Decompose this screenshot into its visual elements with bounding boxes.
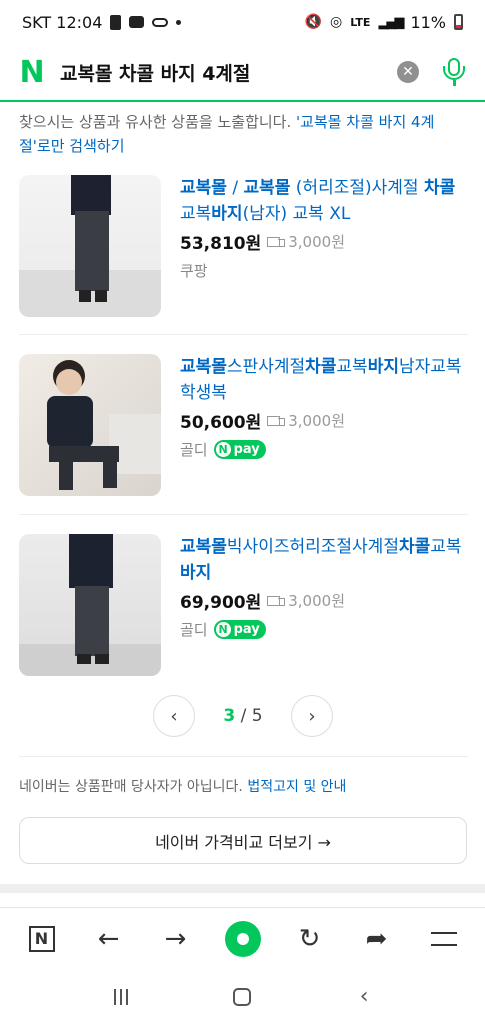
store-name[interactable]: 쿠팡 xyxy=(180,260,208,281)
chevron-right-icon: › xyxy=(308,705,316,727)
product-item[interactable]: 교복몰 / 교복몰 (허리조절)사계절 차콜 교복바지(남자) 교복 XL 53… xyxy=(19,174,468,335)
store-name[interactable]: 골디 xyxy=(180,439,208,460)
product-price: 69,900원 xyxy=(180,593,262,613)
delivery-truck-icon xyxy=(267,595,286,607)
delivery-truck-icon xyxy=(267,236,286,248)
notice-text: 찾으시는 상품과 유사한 상품을 노출합니다. xyxy=(19,113,297,131)
status-bar: SKT 12:04 🔇 ◎ LTE ▂▄▆ 11% xyxy=(0,0,485,44)
share-arrow-icon: ➦ xyxy=(365,923,388,954)
product-photo-placeholder xyxy=(47,360,161,490)
search-bar: N 교복몰 차콜 바지 4계절 ✕ xyxy=(0,44,485,102)
refresh-button[interactable]: ↻ xyxy=(290,919,330,959)
recent-apps-button[interactable] xyxy=(101,988,141,1005)
system-back-button[interactable]: ‹ xyxy=(344,984,384,1009)
alert-notification-icon xyxy=(110,14,122,30)
more-notifications-dot-icon xyxy=(176,19,182,25)
share-button[interactable]: ➦ xyxy=(357,919,397,959)
shipping-fee: 3,000원 xyxy=(288,412,345,430)
system-nav-bar: ‹ xyxy=(0,969,485,1024)
pagination: ‹ 3 / 5 › xyxy=(153,695,333,737)
prev-page-button[interactable]: ‹ xyxy=(153,695,195,737)
lte-signal-icon: LTE xyxy=(350,15,371,29)
chevron-left-icon: ‹ xyxy=(359,984,369,1009)
naver-n-box-icon: N xyxy=(28,925,55,952)
product-title-link[interactable]: 교복몰 / 교복몰 (허리조절)사계절 차콜 교복바지(남자) 교복 XL xyxy=(180,175,468,227)
shipping-fee: 3,000원 xyxy=(288,592,345,610)
battery-percent: 11% xyxy=(410,12,446,32)
product-price: 50,600원 xyxy=(180,413,262,433)
similar-products-notice: 찾으시는 상품과 유사한 상품을 노출합니다. '교복몰 차콜 바지 4계절'로… xyxy=(19,110,459,158)
product-title-link[interactable]: 교복몰스판사계절차콜교복바지남자교복학생복 xyxy=(180,354,468,406)
battery-icon xyxy=(454,14,463,30)
home-button[interactable] xyxy=(222,987,262,1006)
product-image[interactable] xyxy=(19,534,161,676)
green-dot-button[interactable] xyxy=(223,919,263,959)
current-page: 3 xyxy=(223,706,236,726)
hamburger-icon xyxy=(430,931,457,946)
voice-search-button[interactable] xyxy=(441,56,467,88)
total-pages: 5 xyxy=(251,706,263,726)
product-list: 교복몰 / 교복몰 (허리조절)사계절 차콜 교복바지(남자) 교복 XL 53… xyxy=(19,174,468,695)
next-page-button[interactable]: › xyxy=(291,695,333,737)
divider xyxy=(19,756,468,757)
product-item[interactable]: 교복몰빅사이즈허리조절사계절차콜교복바지 69,900원 3,000원 골디 N… xyxy=(19,515,468,695)
product-photo-placeholder xyxy=(19,175,161,317)
disclaimer: 네이버는 상품판매 당사자가 아닙니다. 법적고지 및 안내 xyxy=(19,776,346,796)
search-input[interactable]: 교복몰 차콜 바지 4계절 xyxy=(60,59,397,86)
section-separator xyxy=(0,884,485,893)
hotspot-icon: ◎ xyxy=(330,14,343,30)
carrier-time: SKT 12:04 xyxy=(22,12,103,32)
more-price-compare-button[interactable]: 네이버 가격비교 더보기 → xyxy=(19,817,467,864)
product-item[interactable]: 교복몰스판사계절차콜교복바지남자교복학생복 50,600원 3,000원 골디 … xyxy=(19,335,468,515)
legal-notice-link[interactable]: 법적고지 및 안내 xyxy=(247,779,346,795)
chevron-left-icon: ‹ xyxy=(170,705,178,727)
store-name[interactable]: 골디 xyxy=(180,619,208,640)
naver-home-button[interactable]: N xyxy=(22,919,62,959)
message-notification-icon xyxy=(129,16,145,28)
clear-search-button[interactable]: ✕ xyxy=(397,61,419,83)
menu-button[interactable] xyxy=(424,919,464,959)
browser-toolbar: N ← → ↻ ➦ xyxy=(0,907,485,969)
page-indicator: 3 / 5 xyxy=(223,706,263,726)
product-title-link[interactable]: 교복몰빅사이즈허리조절사계절차콜교복바지 xyxy=(180,534,468,586)
arrow-right-icon: → xyxy=(164,923,187,954)
npay-badge: Npay xyxy=(213,620,266,639)
product-photo-placeholder xyxy=(19,534,161,676)
mute-icon: 🔇 xyxy=(304,14,322,30)
naver-n-icon: N xyxy=(215,442,231,457)
shipping-fee: 3,000원 xyxy=(288,233,345,251)
arrow-left-icon: ← xyxy=(97,923,120,954)
naver-n-icon: N xyxy=(215,622,231,637)
disclaimer-text: 네이버는 상품판매 당사자가 아닙니다. xyxy=(19,779,248,795)
product-image[interactable] xyxy=(19,175,161,317)
signal-bars-icon: ▂▄▆ xyxy=(378,14,404,30)
npay-badge: Npay xyxy=(213,440,266,459)
forward-button[interactable]: → xyxy=(156,919,196,959)
product-image[interactable] xyxy=(19,354,161,496)
voicemail-icon xyxy=(152,17,169,27)
home-icon xyxy=(233,987,252,1006)
back-button[interactable]: ← xyxy=(89,919,129,959)
product-price: 53,810원 xyxy=(180,234,262,254)
refresh-icon: ↻ xyxy=(298,923,321,954)
close-icon: ✕ xyxy=(402,64,414,80)
naver-logo[interactable]: N xyxy=(18,55,46,90)
delivery-truck-icon xyxy=(267,415,286,427)
green-circle-icon xyxy=(224,920,261,957)
